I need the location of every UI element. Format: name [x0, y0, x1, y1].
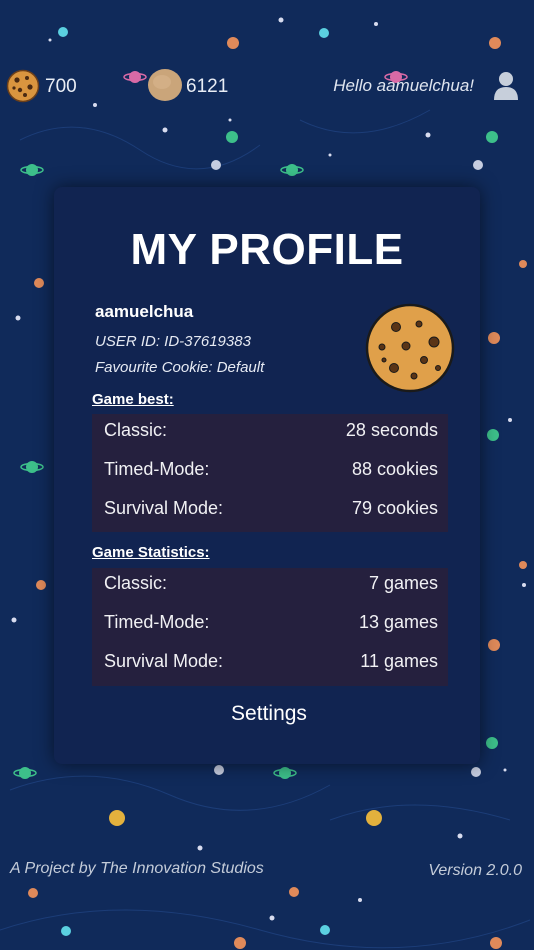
footer-credit: A Project by The Innovation Studios [10, 860, 264, 877]
planet-decoration [61, 926, 71, 936]
planet-decoration [58, 27, 68, 37]
star-decoration [425, 132, 431, 138]
planet-decoration [211, 160, 221, 170]
game-best-table: Classic: 28 seconds Timed-Mode: 88 cooki… [92, 414, 448, 532]
star-decoration [228, 118, 232, 122]
star-decoration [358, 898, 362, 902]
top-bar: 700 6121 Hello aamuelchua! [0, 62, 534, 112]
planet-decoration [320, 925, 330, 935]
table-row: Survival Mode: 11 games [104, 651, 438, 675]
star-decoration [328, 153, 332, 157]
row-label: Classic: [104, 573, 168, 593]
user-id: USER ID: ID-37619383 [95, 333, 251, 350]
settings-button[interactable]: Settings [204, 702, 334, 726]
planet-decoration [319, 28, 329, 38]
star-decoration [374, 22, 378, 26]
game-statistics-heading: Game Statistics: [92, 544, 210, 561]
row-value: 7 games [368, 573, 438, 593]
planet-decoration [34, 278, 44, 288]
coin-count: 6121 [186, 76, 229, 97]
star-decoration [269, 915, 275, 921]
row-label: Timed-Mode: [104, 459, 210, 479]
cookie-count: 700 [45, 76, 77, 97]
planet-decoration [28, 888, 38, 898]
planet-decoration [519, 260, 527, 268]
page-title: MY PROFILE [130, 225, 404, 274]
favourite-cookie: Favourite Cookie: Default [95, 359, 265, 376]
planet-decoration [36, 580, 46, 590]
table-row: Classic: 7 games [104, 573, 438, 597]
table-row: Timed-Mode: 88 cookies [104, 459, 438, 483]
coin-icon [148, 69, 182, 101]
planet-decoration [273, 767, 297, 779]
username: aamuelchua [95, 302, 194, 321]
version-label: Version 2.0.0 [428, 862, 522, 879]
row-label: Timed-Mode: [104, 612, 210, 632]
planet-decoration [214, 765, 224, 775]
planet-decoration [489, 37, 501, 49]
row-value: 79 cookies [351, 498, 438, 518]
planet-decoration [490, 937, 502, 949]
planet-decoration [13, 767, 37, 779]
profile-card: MY PROFILE aamuelchua USER ID: ID-376193… [54, 187, 480, 764]
row-label: Survival Mode: [104, 498, 224, 518]
row-value: 88 cookies [351, 459, 438, 479]
planet-decoration [366, 810, 382, 826]
planet-decoration [234, 937, 246, 949]
row-label: Survival Mode: [104, 651, 224, 671]
star-decoration [11, 617, 17, 623]
row-value: 11 games [360, 651, 438, 671]
planet-decoration [280, 164, 304, 176]
game-statistics-table: Classic: 7 games Timed-Mode: 13 games Su… [92, 568, 448, 686]
planet-decoration [109, 810, 125, 826]
star-decoration [522, 583, 526, 587]
row-value: 13 games [358, 612, 438, 632]
planet-decoration [487, 429, 499, 441]
row-value: 28 seconds [345, 420, 438, 440]
star-decoration [457, 833, 463, 839]
planet-decoration [488, 332, 500, 344]
planet-decoration [486, 737, 498, 749]
table-row: Survival Mode: 79 cookies [104, 498, 438, 522]
game-best-heading: Game best: [92, 391, 174, 408]
table-row: Timed-Mode: 13 games [104, 612, 438, 636]
user-icon[interactable] [492, 71, 520, 101]
planet-decoration [20, 461, 44, 473]
star-decoration [162, 127, 168, 133]
star-decoration [508, 418, 512, 422]
planet-decoration [519, 561, 527, 569]
table-row: Classic: 28 seconds [104, 420, 438, 444]
star-decoration [278, 17, 284, 23]
cookie-icon [6, 69, 40, 103]
row-label: Classic: [104, 420, 168, 440]
greeting: Hello aamuelchua! [333, 76, 474, 95]
planet-decoration [226, 131, 238, 143]
star-decoration [197, 845, 203, 851]
planet-decoration [227, 37, 239, 49]
planet-decoration [486, 131, 498, 143]
star-decoration [503, 768, 507, 772]
star-decoration [48, 38, 52, 42]
planet-decoration [488, 639, 500, 651]
planet-decoration [289, 887, 299, 897]
cookie-icon [365, 303, 455, 393]
planet-decoration [20, 164, 44, 176]
planet-decoration [473, 160, 483, 170]
star-decoration [15, 315, 21, 321]
planet-decoration [471, 767, 481, 777]
